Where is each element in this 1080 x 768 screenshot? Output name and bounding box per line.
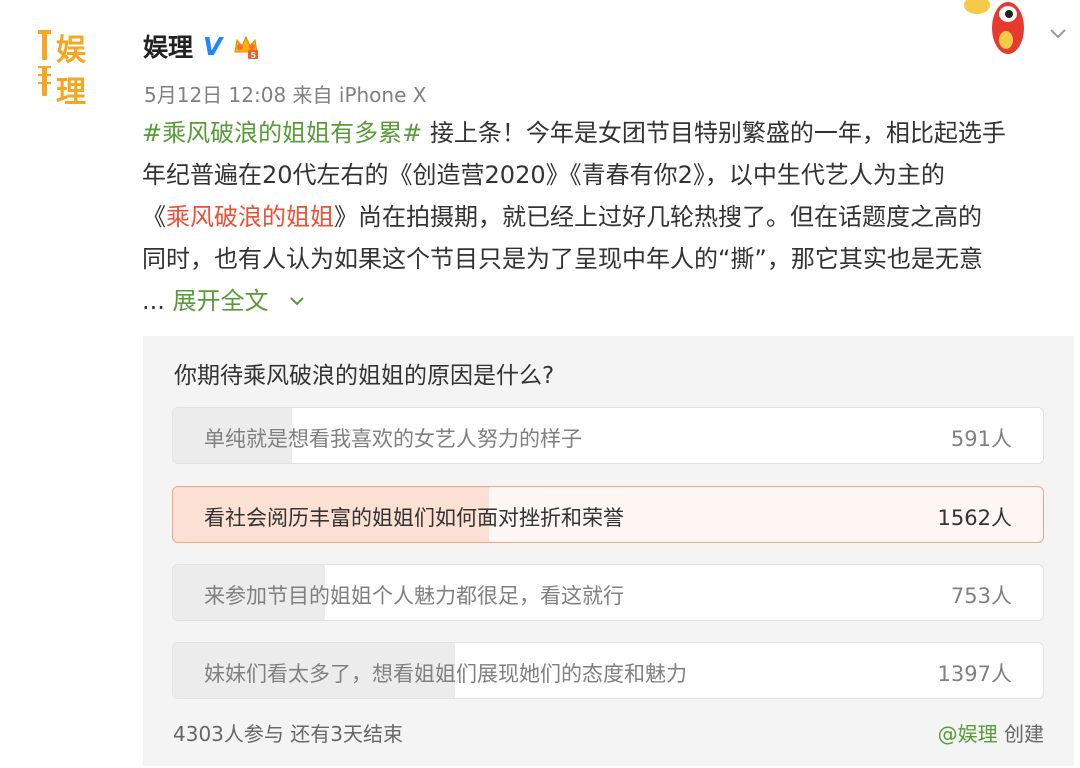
poll-option-label: 来参加节目的姐姐个人魅力都很足，看这就行 bbox=[204, 584, 624, 608]
poll-card: 你期待乘风破浪的姐姐的原因是什么? 单纯就是想看我喜欢的女艺人努力的样子 591… bbox=[143, 336, 1074, 766]
post-text: 》尚在拍摄期，就已经上过好几轮热搜了。但在话题度之高的 bbox=[334, 203, 982, 231]
poll-option-count: 1562人 bbox=[937, 506, 1012, 530]
post-line-1: #乘风破浪的姐姐有多累# 接上条！今年是女团节目特别繁盛的一年，相比起选手 bbox=[142, 112, 1062, 154]
chevron-down-icon bbox=[290, 297, 304, 306]
weibo-mascot-icon bbox=[964, 0, 1024, 54]
author-name[interactable]: 娱理 bbox=[143, 28, 193, 64]
poll-option-label: 单纯就是想看我喜欢的女艺人努力的样子 bbox=[204, 427, 582, 451]
poll-option-count: 591人 bbox=[950, 427, 1012, 451]
post-line-5: ... 展开全文 bbox=[142, 280, 1062, 322]
post-text: 接上条！今年是女团节目特别繁盛的一年，相比起选手 bbox=[422, 119, 1006, 147]
weibo-post-card: 娱 理 娱理 V 5 5月12日 12:08 来自 iPhone X #乘风破浪… bbox=[0, 0, 1080, 768]
poll-option[interactable]: 妹妹们看太多了，想看姐姐们展现她们的态度和魅力 1397人 bbox=[172, 642, 1044, 699]
poll-option[interactable]: 来参加节目的姐姐个人魅力都很足，看这就行 753人 bbox=[172, 564, 1044, 621]
expand-label: 展开全文 bbox=[172, 287, 269, 315]
post-line-4: 同时，也有人认为如果这个节目只是为了呈现中年人的“撕”，那它其实也是无意 bbox=[142, 245, 983, 273]
poll-creator-row: @娱理 创建 bbox=[938, 718, 1044, 747]
poll-option-label: 妹妹们看太多了，想看姐姐们展现她们的态度和魅力 bbox=[204, 662, 687, 686]
poll-option-label: 看社会阅历丰富的姐姐们如何面对挫折和荣誉 bbox=[204, 506, 624, 530]
verified-v-icon[interactable]: V bbox=[203, 32, 222, 61]
svg-text:理: 理 bbox=[56, 75, 86, 110]
poll-remaining: 还有3天结束 bbox=[290, 722, 403, 746]
chevron-down-icon[interactable] bbox=[1046, 22, 1070, 46]
ellipsis: ... bbox=[142, 287, 173, 315]
crown-badge-icon[interactable]: 5 bbox=[232, 32, 260, 60]
poll-option-selected[interactable]: 看社会阅历丰富的姐姐们如何面对挫折和荣誉 1562人 bbox=[172, 486, 1044, 543]
post-text: 《 bbox=[142, 203, 166, 231]
hashtag-link[interactable]: #乘风破浪的姐姐有多累# bbox=[142, 119, 422, 147]
avatar-logo-icon: 娱 理 bbox=[38, 30, 87, 110]
expand-full-text-link[interactable]: 展开全文 bbox=[173, 287, 309, 315]
poll-option[interactable]: 单纯就是想看我喜欢的女艺人努力的样子 591人 bbox=[172, 407, 1044, 464]
author-row: 娱理 V 5 bbox=[143, 28, 260, 64]
poll-stats: 4303人参与 还有3天结束 bbox=[173, 718, 403, 747]
show-title-link[interactable]: 乘风破浪的姐姐 bbox=[166, 203, 334, 231]
post-line-2: 年纪普遍在20代左右的《创造营2020》《青春有你2》，以中生代艺人为主的 bbox=[142, 161, 945, 189]
svg-text:娱: 娱 bbox=[56, 33, 87, 68]
poll-creator-link[interactable]: @娱理 bbox=[938, 722, 998, 746]
poll-option-count: 753人 bbox=[950, 584, 1012, 608]
poll-created-label: 创建 bbox=[1004, 722, 1044, 746]
poll-question: 你期待乘风破浪的姐姐的原因是什么? bbox=[174, 363, 555, 389]
poll-participants: 4303人参与 bbox=[173, 722, 284, 746]
post-body: #乘风破浪的姐姐有多累# 接上条！今年是女团节目特别繁盛的一年，相比起选手 年纪… bbox=[142, 112, 1062, 322]
svg-text:5: 5 bbox=[251, 51, 257, 60]
poll-option-count: 1397人 bbox=[937, 662, 1012, 686]
author-avatar[interactable]: 娱 理 bbox=[38, 22, 98, 112]
post-line-3: 《乘风破浪的姐姐》尚在拍摄期，就已经上过好几轮热搜了。但在话题度之高的 bbox=[142, 196, 1062, 238]
post-meta: 5月12日 12:08 来自 iPhone X bbox=[144, 83, 427, 107]
